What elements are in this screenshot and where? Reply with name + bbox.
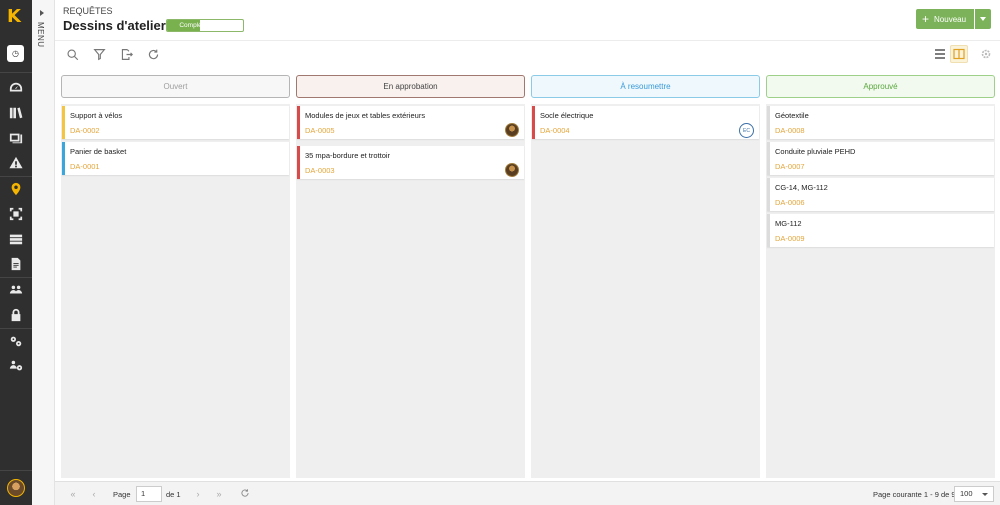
dashboard-icon[interactable]: ◷ (7, 45, 24, 62)
request-card[interactable]: Conduite pluviale PEHD DA-0007 (767, 142, 994, 175)
settings-gears-icon[interactable] (0, 330, 32, 352)
user-settings-icon[interactable] (0, 355, 32, 377)
card-code[interactable]: DA-0002 (70, 126, 100, 135)
gallery-icon[interactable] (0, 127, 32, 149)
card-code[interactable]: DA-0003 (305, 166, 335, 175)
column-body: Support à vélos DA-0002 Panier de basket DA… (61, 104, 290, 478)
menu-toggle[interactable]: MENU (32, 0, 55, 505)
books-icon[interactable] (0, 102, 32, 124)
settings-gear-icon[interactable] (977, 45, 995, 63)
card-title: MG-112 (775, 219, 802, 228)
page-status: Page courante 1 - 9 de 9 (873, 490, 956, 499)
kanban-column: À resoumettre Socle électrique DA-0004 EC (531, 75, 760, 478)
new-dropdown-button[interactable] (975, 9, 991, 29)
kanban-board: Ouvert Support à vélos DA-0002 Panier de ba… (55, 69, 1000, 481)
card-code[interactable]: DA-0001 (70, 162, 100, 171)
page-size-select[interactable]: 100 (954, 486, 994, 502)
assignee-avatar[interactable] (505, 123, 519, 137)
column-body: Modules de jeux et tables extérieurs DA-0… (296, 104, 525, 478)
prev-page-icon[interactable]: ‹ (88, 488, 100, 500)
card-title: Modules de jeux et tables extérieurs (305, 111, 426, 120)
request-card[interactable]: Socle électrique DA-0004 EC (532, 106, 759, 139)
expand-arrow-icon (40, 10, 44, 16)
plus-icon: + (922, 12, 930, 26)
card-title: Conduite pluviale PEHD (775, 147, 856, 156)
location-pin-icon[interactable] (0, 178, 32, 200)
page-number-input[interactable]: 1 (136, 486, 162, 502)
card-code[interactable]: DA-0005 (305, 126, 335, 135)
card-title: CG-14, MG-112 (775, 183, 828, 192)
next-page-icon[interactable]: › (192, 488, 204, 500)
gauge-icon[interactable] (0, 77, 32, 99)
refresh-icon[interactable] (146, 47, 160, 61)
card-title: Socle électrique (540, 111, 594, 120)
lock-icon[interactable] (0, 304, 32, 326)
card-code[interactable]: DA-0006 (775, 198, 805, 207)
page-total-label: de 1 (166, 490, 181, 499)
request-card[interactable]: Géotextile DA-0008 (767, 106, 994, 139)
card-code[interactable]: DA-0007 (775, 162, 805, 171)
column-body: Socle électrique DA-0004 EC (531, 104, 760, 478)
assignee-avatar[interactable] (505, 163, 519, 177)
kanban-column: Approuvé Géotextile DA-0008 Conduite pluvia… (766, 75, 995, 478)
column-header[interactable]: Ouvert (61, 75, 290, 98)
page-title: Dessins d'ateliers (63, 18, 174, 33)
app-logo[interactable]: K (7, 8, 25, 26)
reload-icon[interactable] (239, 488, 251, 500)
completion-progress: Complétion : 44% (166, 19, 244, 32)
page-header: REQUÊTES Dessins d'ateliers Complétion :… (55, 0, 1000, 40)
new-button-label: Nouveau (934, 14, 967, 24)
warning-icon[interactable] (0, 152, 32, 174)
progress-label: Complétion : 44% (179, 22, 231, 29)
kanban-column: En approbation Modules de jeux et tables … (296, 75, 525, 478)
request-card[interactable]: MG-112 DA-0009 (767, 214, 994, 247)
new-button[interactable]: + Nouveau (916, 9, 974, 29)
request-card[interactable]: Panier de basket DA-0001 (62, 142, 289, 175)
column-header[interactable]: En approbation (296, 75, 525, 98)
user-avatar[interactable] (7, 479, 25, 497)
search-icon[interactable] (65, 47, 79, 61)
users-icon[interactable] (0, 279, 32, 301)
breadcrumb[interactable]: REQUÊTES (63, 6, 113, 16)
column-header[interactable]: À resoumettre (531, 75, 760, 98)
request-card[interactable]: CG-14, MG-112 DA-0006 (767, 178, 994, 211)
menu-label: MENU (36, 22, 45, 48)
card-code[interactable]: DA-0009 (775, 234, 805, 243)
filter-icon[interactable] (92, 47, 106, 61)
card-code[interactable]: DA-0004 (540, 126, 570, 135)
request-card[interactable]: Support à vélos DA-0002 (62, 106, 289, 139)
card-title: Panier de basket (70, 147, 127, 156)
kanban-column: Ouvert Support à vélos DA-0002 Panier de ba… (61, 75, 290, 478)
column-header[interactable]: Approuvé (766, 75, 995, 98)
page-label: Page (113, 490, 131, 499)
card-title: Géotextile (775, 111, 809, 120)
assignee-initials[interactable]: EC (739, 123, 754, 138)
board-view-icon[interactable] (950, 45, 968, 63)
document-icon[interactable] (0, 253, 32, 275)
export-icon[interactable] (119, 47, 133, 61)
card-code[interactable]: DA-0008 (775, 126, 805, 135)
pagination-bar: « ‹ Page 1 de 1 › » Page courante 1 - 9 … (55, 481, 1000, 505)
column-body: Géotextile DA-0008 Conduite pluviale PEHD D… (766, 104, 995, 478)
list-view-icon[interactable] (931, 45, 949, 63)
request-card[interactable]: Modules de jeux et tables extérieurs DA-0… (297, 106, 524, 139)
last-page-icon[interactable]: » (213, 488, 225, 500)
card-title: 35 mpa-bordure et trottoir (305, 151, 391, 160)
card-title: Support à vélos (70, 111, 123, 120)
first-page-icon[interactable]: « (67, 488, 79, 500)
app-rail: K ◷ (0, 0, 32, 505)
list-icon[interactable] (0, 228, 32, 250)
request-card[interactable]: 35 mpa-bordure et trottoir DA-0003 (297, 146, 524, 179)
scan-icon[interactable] (0, 203, 32, 225)
